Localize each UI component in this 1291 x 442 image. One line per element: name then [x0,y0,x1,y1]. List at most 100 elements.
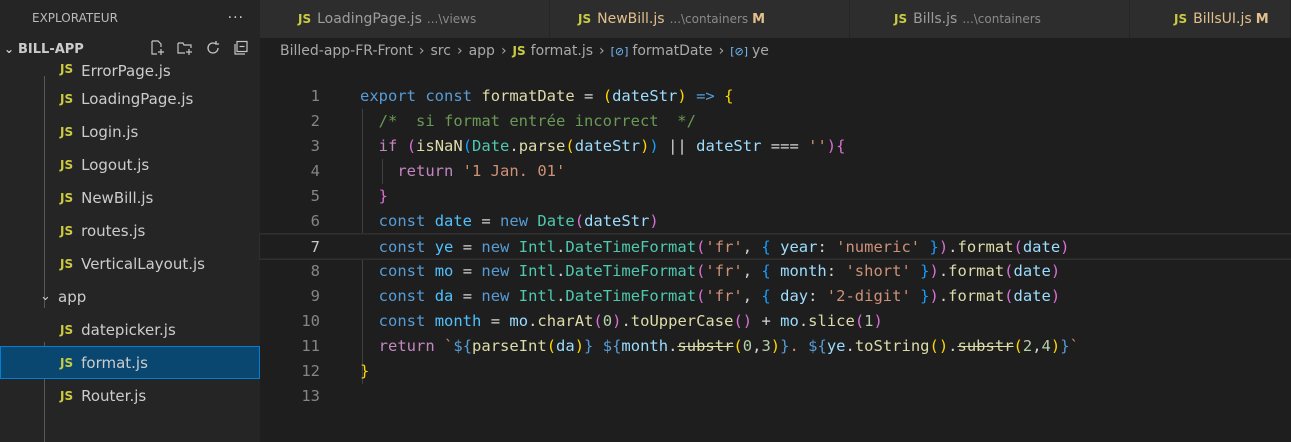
line-number: 10 [301,312,320,330]
tab-description: ...\containers [962,12,1041,26]
chevron-down-icon: ⌄ [4,42,15,56]
code-line[interactable]: 5 } [260,184,1291,209]
breadcrumb-symbol[interactable]: formatDate [632,43,712,59]
line-number: 9 [310,287,320,305]
line-number: 2 [310,112,320,130]
tab-loadingpage[interactable]: JS LoadingPage.js ...\views [260,0,550,38]
code-line[interactable]: 10 const month = mo.charAt(0).toUpperCas… [260,309,1291,334]
js-file-icon: JS [60,223,74,238]
file-label: ErrorPage.js [81,62,171,80]
js-file-icon: JS [60,91,74,106]
new-folder-icon[interactable] [176,38,194,58]
tree-file[interactable]: JS routes.js [0,214,260,247]
tree-file[interactable]: JS datepicker.js [0,313,260,346]
code-line[interactable]: 9 const da = new Intl.DateTimeFormat('fr… [260,284,1291,309]
code-line[interactable]: 4 return '1 Jan. 01' [260,159,1291,184]
line-number: 12 [301,362,320,380]
file-label: datepicker.js [81,320,176,339]
tree-folder-app[interactable]: ⌄ app [0,280,260,313]
code-text: const ye = new Intl.DateTimeFormat('fr',… [378,238,1070,256]
code-line-current[interactable]: 7 const ye = new Intl.DateTimeFormat('fr… [259,233,1291,260]
chevron-right-icon: › [456,43,463,59]
tree-file[interactable]: JS ErrorPage.js [0,62,171,82]
file-label: format.js [81,353,148,372]
tree-file[interactable]: JS VerticalLayout.js [0,247,260,280]
js-file-icon: JS [298,12,312,26]
tab-billsui[interactable]: JS BillsUI.js M [1130,0,1291,38]
code-editor[interactable]: 1 export const formatDate = (dateStr) => … [259,84,1291,442]
breadcrumb-symbol[interactable]: ye [752,43,769,59]
breadcrumb-file[interactable]: format.js [531,43,593,59]
code-text: return `${parseInt(da)} ${month.substr(0… [378,337,1079,355]
code-line[interactable]: 2 /* si format entrée incorrect */ [260,109,1291,134]
refresh-icon[interactable] [204,38,222,58]
folder-label: app [58,287,87,306]
breadcrumb: Billed-app-FR-Front › src › app › JS for… [260,38,1291,64]
line-number: 13 [301,387,320,405]
variable-symbol-icon: [⊘] [610,44,629,58]
code-line[interactable]: 8 const mo = new Intl.DateTimeFormat('fr… [260,259,1291,284]
code-text: /* si format entrée incorrect */ [378,112,696,130]
code-text: const date = new Date(dateStr) [378,212,659,230]
tree-file[interactable]: JS Logout.js [0,148,260,181]
breadcrumb-item[interactable]: src [431,43,451,59]
explorer-title: EXPLORATEUR [32,11,118,25]
js-file-icon: JS [60,388,74,403]
code-text: export const formatDate = (dateStr) => { [360,87,734,105]
code-line[interactable]: 6 const date = new Date(dateStr) [260,209,1291,234]
tree-file[interactable]: JS LoadingPage.js [0,82,260,115]
tree-file[interactable]: JS Login.js [0,115,260,148]
explorer-header: EXPLORATEUR ··· [0,0,260,36]
line-number: 11 [301,337,320,355]
tab-bills[interactable]: JS Bills.js ...\containers [850,0,1130,38]
explorer-sidebar: EXPLORATEUR ··· ⌄ BILL-APP JS ErrorPage.… [0,0,260,442]
code-text: } [360,362,370,380]
workspace-name: BILL-APP [18,41,84,57]
modified-badge: M [1255,11,1269,27]
line-number: 5 [310,187,320,205]
tab-label: NewBill.js [597,11,665,27]
tree-file[interactable]: JS Router.js [0,379,260,412]
line-number: 3 [310,137,320,155]
workspace-section[interactable]: ⌄ BILL-APP [0,36,260,62]
new-file-icon[interactable] [148,38,166,58]
js-file-icon: JS [60,124,74,139]
more-actions-icon[interactable]: ··· [228,10,244,26]
chevron-right-icon: › [418,43,425,59]
editor-tabs: JS LoadingPage.js ...\views JS NewBill.j… [260,0,1291,38]
line-number: 7 [310,238,320,256]
collapse-all-icon[interactable] [232,38,250,58]
line-number: 8 [310,262,320,280]
file-label: Login.js [81,122,139,141]
tree-file-selected[interactable]: JS format.js [0,346,260,379]
chevron-down-icon: ⌄ [40,289,51,304]
chevron-right-icon: › [599,43,605,59]
js-file-icon: JS [60,322,74,337]
tree-file[interactable]: JS NewBill.js [0,181,260,214]
code-line[interactable]: 3 if (isNaN(Date.parse(dateStr)) || date… [260,134,1291,159]
code-line[interactable]: 11 return `${parseInt(da)} ${month.subst… [260,334,1291,359]
tab-newbill[interactable]: JS NewBill.js ...\containers M [550,0,850,38]
file-label: routes.js [81,221,146,240]
code-line[interactable]: 1 export const formatDate = (dateStr) => … [260,84,1291,109]
file-label: VerticalLayout.js [81,254,205,273]
line-number: 1 [310,87,320,105]
breadcrumb-item[interactable]: app [469,43,495,59]
code-text: const month = mo.charAt(0).toUpperCase()… [378,312,883,330]
variable-symbol-icon: [⊘] [730,44,749,58]
js-file-icon: JS [512,44,526,58]
code-line[interactable]: 12} [260,359,1291,384]
code-text: const mo = new Intl.DateTimeFormat('fr',… [378,262,1061,280]
code-text: return '1 Jan. 01' [397,162,566,180]
js-file-icon: JS [1174,12,1188,26]
line-number: 6 [310,212,320,230]
tab-label: LoadingPage.js [317,11,422,27]
tab-label: BillsUI.js [1193,11,1252,27]
breadcrumb-item[interactable]: Billed-app-FR-Front [280,43,413,59]
chevron-right-icon: › [718,43,725,59]
code-text: if (isNaN(Date.parse(dateStr)) || dateSt… [378,137,846,155]
code-text: const da = new Intl.DateTimeFormat('fr',… [378,287,1061,305]
code-line[interactable]: 13 [260,384,1291,409]
file-label: Logout.js [81,155,150,174]
js-file-icon: JS [60,157,74,172]
